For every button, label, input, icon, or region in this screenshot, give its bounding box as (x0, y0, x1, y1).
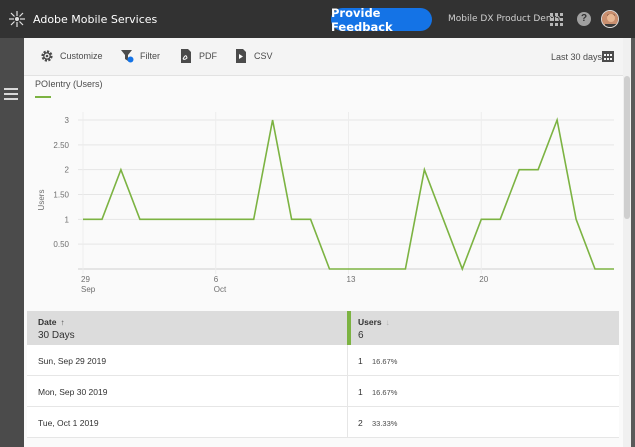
date-column-subtitle: 30 Days (38, 330, 75, 341)
top-bar: Adobe Mobile Services Provide Feedback M… (0, 0, 635, 38)
pdf-file-icon (181, 49, 191, 63)
data-point[interactable] (119, 168, 123, 172)
x-tick-label: 13 (347, 275, 356, 284)
hamburger-menu-icon[interactable] (4, 88, 18, 100)
data-point[interactable] (498, 217, 502, 221)
y-tick-label: 2.50 (53, 141, 69, 150)
row-date: Mon, Sep 30 2019 (38, 387, 108, 397)
row-users: 1 (358, 387, 363, 397)
left-rail (0, 38, 24, 447)
sort-ascending-icon[interactable]: ↑ (60, 318, 64, 327)
users-total: 6 (358, 330, 364, 341)
gear-icon (41, 50, 53, 62)
y-axis-label: Users (37, 190, 46, 211)
y-tick-label: 3 (65, 116, 70, 125)
row-percent: 33.33% (372, 419, 398, 428)
x-tick-month-label: Sep (81, 285, 96, 294)
legend-label: POIentry (Users) (35, 79, 103, 89)
data-point[interactable] (195, 217, 199, 221)
sort-descending-icon[interactable]: ↓ (386, 318, 390, 327)
data-point[interactable] (252, 217, 256, 221)
data-point[interactable] (176, 217, 180, 221)
data-point[interactable] (214, 217, 218, 221)
legend-swatch (35, 96, 51, 98)
table-row[interactable]: Sun, Sep 29 2019 1 16.67% (27, 345, 619, 376)
csv-button[interactable]: CSV (234, 49, 273, 63)
data-point[interactable] (347, 267, 351, 271)
row-users: 1 (358, 356, 363, 366)
data-point[interactable] (81, 217, 85, 221)
date-range-label[interactable]: Last 30 days (551, 52, 602, 62)
x-tick-label: 29 (81, 275, 90, 284)
data-point[interactable] (365, 267, 369, 271)
data-point[interactable] (555, 118, 559, 122)
data-point[interactable] (479, 217, 483, 221)
row-percent: 16.67% (372, 388, 398, 397)
table-header: Date ↑ 30 Days Users ↓ 6 (27, 311, 619, 345)
data-point[interactable] (441, 217, 445, 221)
row-percent: 16.67% (372, 357, 398, 366)
x-tick-month-label: Oct (214, 285, 227, 294)
data-point[interactable] (138, 217, 142, 221)
apps-grid-icon[interactable] (550, 13, 563, 26)
data-point[interactable] (422, 168, 426, 172)
users-column-label: Users (358, 317, 382, 327)
data-point[interactable] (384, 267, 388, 271)
filter-label: Filter (140, 51, 160, 61)
y-tick-label: 1.50 (53, 191, 69, 200)
y-tick-label: 1 (65, 215, 70, 224)
data-point[interactable] (403, 267, 407, 271)
row-date: Sun, Sep 29 2019 (38, 356, 107, 366)
data-point[interactable] (271, 118, 275, 122)
date-column-header[interactable]: Date ↑ 30 Days (38, 317, 75, 341)
y-tick-label: 0.50 (53, 240, 69, 249)
data-point[interactable] (612, 267, 616, 271)
filter-icon (121, 50, 134, 63)
data-table: Date ↑ 30 Days Users ↓ 6 Sun, Sep 29 2019 … (27, 311, 619, 438)
row-date: Tue, Oct 1 2019 (38, 418, 99, 428)
x-tick-label: 20 (479, 275, 488, 284)
data-point[interactable] (593, 267, 597, 271)
data-point[interactable] (517, 168, 521, 172)
window-edge (631, 38, 635, 447)
data-point[interactable] (290, 217, 294, 221)
data-point[interactable] (574, 217, 578, 221)
customize-label: Customize (60, 51, 103, 61)
org-name[interactable]: Mobile DX Product Demo (448, 14, 560, 24)
help-icon[interactable]: ? (577, 12, 591, 26)
data-point[interactable] (233, 217, 237, 221)
customize-button[interactable]: Customize (40, 49, 103, 63)
data-point[interactable] (309, 217, 313, 221)
provide-feedback-button[interactable]: Provide Feedback (331, 6, 432, 34)
data-point[interactable] (460, 267, 464, 271)
data-point[interactable] (328, 267, 332, 271)
data-point[interactable] (536, 168, 540, 172)
report-toolbar: Customize Filter PDF CSV Last 30 days (24, 38, 623, 76)
date-column-label: Date (38, 317, 57, 327)
row-users: 2 (358, 418, 363, 428)
users-column-header[interactable]: Users ↓ 6 (358, 317, 390, 341)
calendar-icon[interactable] (602, 50, 614, 62)
filter-button[interactable]: Filter (120, 49, 160, 63)
vertical-scrollbar[interactable] (623, 38, 631, 447)
adobe-mobile-logo-icon[interactable] (8, 10, 26, 28)
scrollbar-thumb[interactable] (624, 76, 630, 219)
data-point[interactable] (157, 217, 161, 221)
table-row[interactable]: Mon, Sep 30 2019 1 16.67% (27, 376, 619, 407)
line-chart: 0.50 1 1.50 2 2.50 3 Users 29Sep 6Oct 13 20 (37, 112, 616, 294)
pdf-button[interactable]: PDF (179, 49, 217, 63)
users-column-indicator (347, 311, 351, 345)
avatar[interactable] (601, 10, 619, 28)
app-title: Adobe Mobile Services (33, 13, 158, 26)
csv-label: CSV (254, 51, 273, 61)
y-tick-label: 2 (65, 166, 70, 175)
table-row[interactable]: Tue, Oct 1 2019 2 33.33% (27, 407, 619, 438)
x-tick-label: 6 (214, 275, 219, 284)
pdf-label: PDF (199, 51, 217, 61)
csv-file-icon (236, 49, 246, 63)
data-point[interactable] (100, 217, 104, 221)
